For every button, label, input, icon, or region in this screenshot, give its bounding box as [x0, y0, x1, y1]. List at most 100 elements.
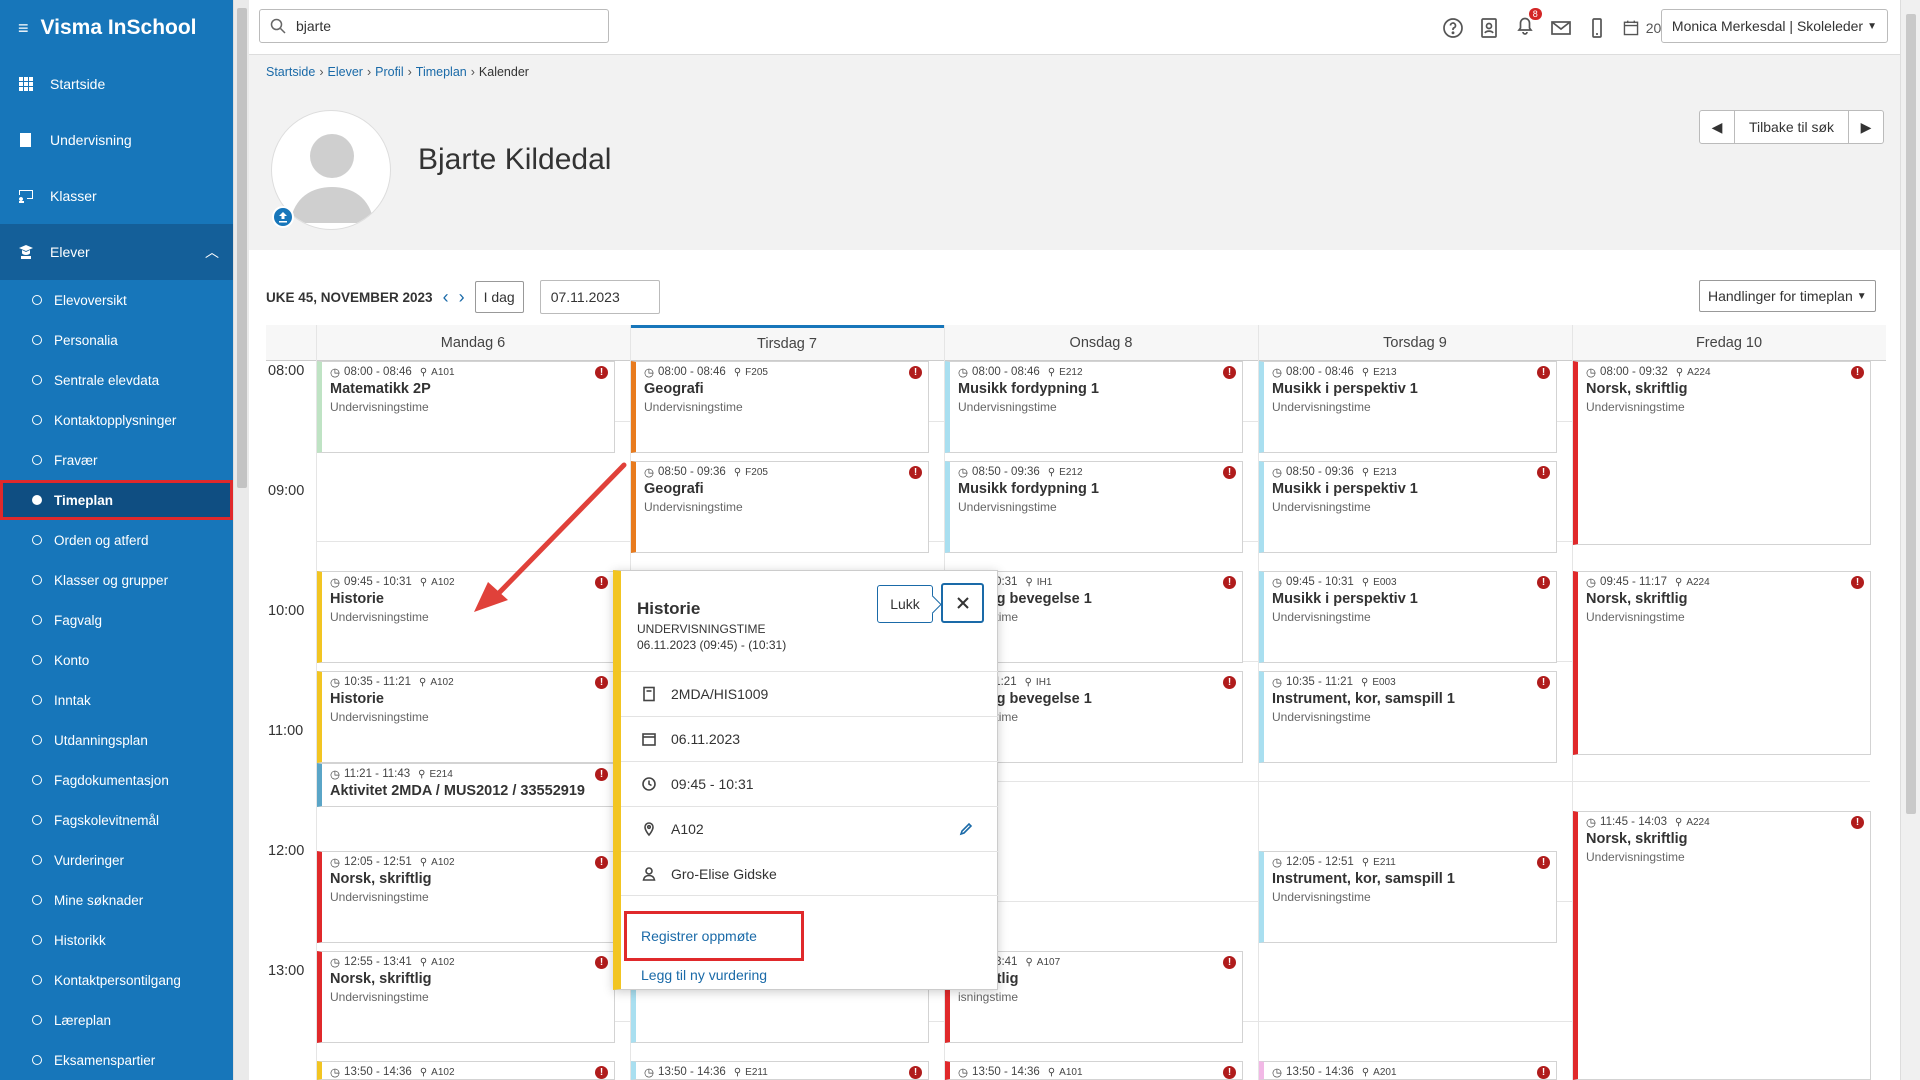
breadcrumb-profil[interactable]: Profil	[375, 65, 403, 79]
schedule-event[interactable]: ◷ 11:45 - 14:03 ⚲ A224 Norsk, skriftlig Under…	[1573, 811, 1871, 1080]
upload-photo-button[interactable]	[272, 206, 294, 228]
schedule-event[interactable]: ◷ 10:35 - 11:21 ⚲ A102 Historie Undervisnings…	[317, 671, 615, 763]
event-kind: Undervisningstime	[1272, 610, 1371, 624]
schedule-event[interactable]: ◷ 08:50 - 09:36 ⚲ E212 Musikk fordypning 1 Un…	[945, 461, 1243, 553]
warning-icon: !	[909, 466, 922, 479]
schedule-event[interactable]: ◷ 08:50 - 09:36 ⚲ E213 Musikk i perspektiv 1…	[1259, 461, 1557, 553]
event-subject: Historie	[330, 691, 384, 707]
sidebar-item-undervisning[interactable]: Undervisning	[0, 112, 233, 168]
sidebar-item-klasser[interactable]: Klasser	[0, 168, 233, 224]
warning-icon: !	[1223, 1066, 1236, 1079]
schedule-event[interactable]: ◷ 08:00 - 08:46 ⚲ E212 Musikk fordypning 1 Un…	[945, 361, 1243, 453]
sidebar-subitem-konto[interactable]: Konto	[0, 640, 233, 680]
chevron-left-icon[interactable]: ‹	[443, 287, 449, 308]
sidebar-subitem-fagskolevitnemål[interactable]: Fagskolevitnemål	[0, 800, 233, 840]
event-room: A102	[431, 1066, 455, 1078]
location-pin-icon: ⚲	[1674, 816, 1683, 828]
schedule-event[interactable]: ◷ 10:35 - 11:21 ⚲ E003 Instrument, kor, sams…	[1259, 671, 1557, 763]
page-scrollbar[interactable]	[1900, 0, 1920, 1080]
help-icon[interactable]	[1442, 17, 1464, 39]
sidebar-subitem-label: Historikk	[54, 932, 106, 948]
close-popup-button[interactable]	[941, 583, 984, 623]
sidebar-subitem-eksamenspartier[interactable]: Eksamenspartier	[0, 1040, 233, 1080]
contacts-icon[interactable]	[1478, 17, 1500, 39]
sidebar-subitem-elevoversikt[interactable]: Elevoversikt	[0, 280, 233, 320]
sidebar-subitem-klasser-og-grupper[interactable]: Klasser og grupper	[0, 560, 233, 600]
today-button[interactable]: I dag	[474, 281, 524, 313]
sidebar-subitem-fagdokumentasjon[interactable]: Fagdokumentasjon	[0, 760, 233, 800]
sidebar-subitem-label: Sentrale elevdata	[54, 372, 160, 388]
event-room: E212	[1059, 466, 1083, 478]
hamburger-icon[interactable]: ≡	[18, 18, 29, 39]
sidebar-subitem-fagvalg[interactable]: Fagvalg	[0, 600, 233, 640]
sidebar-item-startside[interactable]: Startside	[0, 56, 233, 112]
sidebar-subitem-sentrale-elevdata[interactable]: Sentrale elevdata	[0, 360, 233, 400]
event-room: E211	[745, 1066, 768, 1078]
sidebar-subitem-kontaktpersontilgang[interactable]: Kontaktpersontilgang	[0, 960, 233, 1000]
schedule-event[interactable]: ◷ 13:50 - 14:36 ⚲ A101!	[945, 1061, 1243, 1080]
sidebar-scrollbar[interactable]	[233, 0, 249, 1080]
chevron-up-icon[interactable]: ︿	[205, 242, 219, 262]
schedule-event[interactable]: ◷ 08:50 - 09:36 ⚲ F205 Geografi Undervisnings…	[631, 461, 929, 553]
sidebar-subitem-personalia[interactable]: Personalia	[0, 320, 233, 360]
sidebar-subitem-utdanningsplan[interactable]: Utdanningsplan	[0, 720, 233, 760]
brand[interactable]: ≡ Visma InSchool	[0, 0, 233, 56]
event-subject: Musikk i perspektiv 1	[1272, 381, 1418, 397]
sidebar-subitem-label: Elevoversikt	[54, 292, 127, 308]
back-to-search-button[interactable]: Tilbake til søk	[1734, 111, 1850, 143]
sidebar-subitem-vurderinger[interactable]: Vurderinger	[0, 840, 233, 880]
popup-teacher-row: Gro-Elise Gidske	[621, 851, 998, 896]
schedule-event[interactable]: ◷ 08:00 - 08:46 ⚲ F205 Geografi Undervisnings…	[631, 361, 929, 453]
search-box[interactable]	[259, 9, 609, 43]
add-assessment-link[interactable]: Legg til ny vurdering	[641, 967, 767, 983]
day-header: Mandag 6	[316, 325, 630, 361]
schedule-event[interactable]: ◷ 08:00 - 08:46 ⚲ E213 Musikk i perspektiv 1…	[1259, 361, 1557, 453]
scrollbar-thumb[interactable]	[1906, 14, 1916, 814]
schedule-event[interactable]: ◷ 13:50 - 14:36 ⚲ A102!	[317, 1061, 615, 1080]
sidebar-item-elever[interactable]: Elever ︿	[0, 224, 233, 280]
event-time-row: ◷ 09:45 - 10:31 ⚲ E003	[1272, 575, 1548, 589]
sidebar-subitem-orden-og-atferd[interactable]: Orden og atferd	[0, 520, 233, 560]
schedule-event[interactable]: ◷ 11:21 - 11:43 ⚲ E214 Aktivitet 2MDA / MUS2…	[317, 763, 615, 807]
date-input[interactable]: 07.11.2023	[539, 280, 660, 314]
schedule-event[interactable]: ◷ 12:55 - 13:41 ⚲ A102 Norsk, skriftlig Under…	[317, 951, 615, 1043]
schedule-event[interactable]: ◷ 09:45 - 11:17 ⚲ A224 Norsk, skriftlig Under…	[1573, 571, 1871, 755]
breadcrumb-timeplan[interactable]: Timeplan	[416, 65, 467, 79]
pencil-icon[interactable]	[958, 821, 974, 837]
caret-down-icon: ▼	[1867, 20, 1877, 32]
search-input[interactable]	[296, 18, 586, 34]
sidebar-subitem-historikk[interactable]: Historikk	[0, 920, 233, 960]
notifications[interactable]: 8	[1514, 8, 1542, 41]
schedule-event[interactable]: ◷ 09:45 - 10:31 ⚲ E003 Musikk i perspektiv 1…	[1259, 571, 1557, 663]
hour-label: 09:00	[268, 483, 305, 499]
mail-icon[interactable]	[1550, 17, 1572, 39]
schedule-event[interactable]: ◷ 13:50 - 14:36 ⚲ E211!	[631, 1061, 929, 1080]
schedule-event[interactable]: ◷ 12:05 - 12:51 ⚲ E211 Instrument, kor, sams…	[1259, 851, 1557, 943]
breadcrumb-startside[interactable]: Startside	[266, 65, 315, 79]
schedule-actions-dropdown[interactable]: Handlinger for timeplan ▼	[1699, 280, 1876, 312]
sidebar-subitem-fravær[interactable]: Fravær	[0, 440, 233, 480]
sidebar-subitem-kontaktopplysninger[interactable]: Kontaktopplysninger	[0, 400, 233, 440]
sidebar-subitem-label: Kontaktopplysninger	[54, 412, 177, 428]
location-pin-icon: ⚲	[418, 768, 426, 780]
previous-student-button[interactable]: ◀	[1700, 111, 1734, 143]
sidebar-subitem-læreplan[interactable]: Læreplan	[0, 1000, 233, 1040]
event-time-row: ◷ 08:00 - 08:46 ⚲ E212	[958, 365, 1234, 379]
schedule-event[interactable]: ◷ 08:00 - 08:46 ⚲ A101 Matematikk 2P Undervis…	[317, 361, 615, 453]
schedule-event[interactable]: ◷ 12:05 - 12:51 ⚲ A102 Norsk, skriftlig Under…	[317, 851, 615, 943]
scrollbar-thumb[interactable]	[237, 8, 247, 488]
sidebar-subitem-timeplan[interactable]: Timeplan	[0, 480, 233, 520]
schedule-event[interactable]: ◷ 09:45 - 10:31 ⚲ A102 Historie Undervisnings…	[317, 571, 615, 663]
schedule-event[interactable]: ◷ 08:00 - 09:32 ⚲ A224 Norsk, skriftlig Under…	[1573, 361, 1871, 545]
chevron-right-icon[interactable]: ›	[459, 287, 465, 308]
sidebar: ≡ Visma InSchool Startside Undervisning …	[0, 0, 233, 1080]
schedule-event[interactable]: ◷ 13:50 - 14:36 ⚲ A201!	[1259, 1061, 1557, 1080]
sidebar-subitem-inntak[interactable]: Inntak	[0, 680, 233, 720]
event-time: 09:45 - 11:17	[1600, 576, 1667, 588]
next-student-button[interactable]: ▶	[1849, 111, 1883, 143]
user-menu[interactable]: Monica Merkesdal | Skoleleder ▼	[1660, 9, 1888, 43]
breadcrumb-elever[interactable]: Elever	[328, 65, 363, 79]
sidebar-subitem-mine-søknader[interactable]: Mine søknader	[0, 880, 233, 920]
event-time-row: ◷ 10:35 - 11:21 ⚲ E003	[1272, 675, 1548, 689]
mobile-icon[interactable]	[1586, 17, 1608, 39]
